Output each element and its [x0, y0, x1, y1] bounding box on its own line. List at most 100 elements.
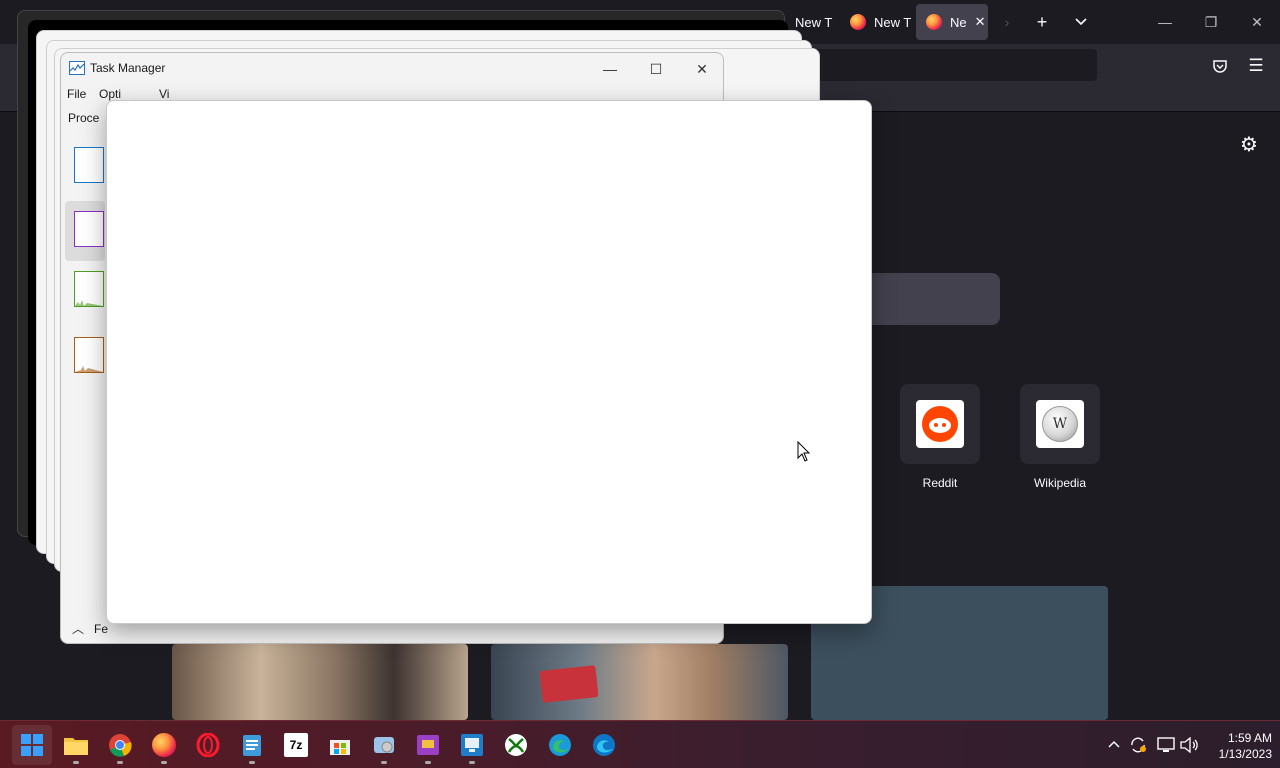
shortcut-label: Wikipedia — [1033, 476, 1087, 490]
chrome-icon — [109, 734, 132, 757]
chevron-up-icon — [1108, 740, 1120, 748]
fewer-details-button[interactable]: Fe — [94, 622, 108, 636]
taskbar-xbox[interactable] — [496, 725, 536, 765]
folder-icon — [64, 738, 88, 755]
list-all-tabs-button[interactable] — [1067, 8, 1095, 36]
network-icon — [1157, 737, 1175, 752]
memory-graph — [74, 211, 104, 247]
media-icon — [417, 735, 439, 755]
shortcut-reddit[interactable]: Reddit — [900, 384, 980, 490]
taskbar: 7z 1:59 AM 1/13/2023 — [0, 720, 1280, 768]
clock-date: 1/13/2023 — [1218, 747, 1272, 761]
running-indicator — [73, 761, 79, 764]
ethernet-graph — [74, 337, 104, 373]
menu-icon: ☰ — [1248, 56, 1264, 75]
taskbar-file-explorer[interactable] — [56, 725, 96, 765]
close-window-button[interactable]: ✕ — [1234, 8, 1280, 36]
dragged-window[interactable] — [106, 100, 872, 624]
network-tray-button[interactable] — [1154, 733, 1178, 757]
perf-item-cpu[interactable] — [65, 143, 105, 203]
taskbar-photos[interactable] — [364, 725, 404, 765]
running-indicator — [117, 761, 123, 764]
menu-view[interactable]: Vi — [159, 87, 169, 101]
close-tab-icon[interactable]: ✕ — [975, 14, 986, 30]
firefox-icon — [850, 14, 866, 30]
app-menu-button[interactable]: ☰ — [1244, 54, 1268, 78]
taskbar-remote-desktop[interactable] — [452, 725, 492, 765]
tab-new-tab-2[interactable]: New T — [840, 4, 912, 40]
store-icon — [330, 740, 350, 755]
taskbar-clock[interactable]: 1:59 AM 1/13/2023 — [1206, 730, 1272, 762]
taskbar-microsoft-store[interactable] — [320, 725, 360, 765]
perf-item-ethernet[interactable] — [65, 333, 105, 393]
running-indicator — [381, 761, 387, 764]
sync-tray-button[interactable] — [1126, 733, 1150, 757]
firefox-icon — [152, 733, 176, 757]
story-card-image[interactable] — [491, 644, 788, 720]
running-indicator — [249, 761, 255, 764]
taskbar-media-app[interactable] — [408, 725, 448, 765]
tab-title: New T — [795, 14, 833, 30]
disk-graph — [74, 271, 104, 307]
pocket-button[interactable] — [1208, 54, 1232, 78]
perf-item-memory[interactable] — [65, 201, 105, 261]
reddit-eye — [942, 423, 946, 427]
taskbar-firefox[interactable] — [144, 725, 184, 765]
taskbar-opera[interactable] — [188, 725, 228, 765]
gear-icon: ⚙ — [1240, 133, 1258, 156]
taskbar-edge-beta[interactable] — [584, 725, 624, 765]
close-button[interactable]: ✕ — [679, 57, 723, 81]
7zip-icon: 7z — [284, 733, 308, 757]
minimize-button[interactable]: — — [587, 57, 633, 81]
reddit-face — [929, 418, 951, 433]
minimize-window-button[interactable]: — — [1142, 8, 1188, 36]
taskbar-chrome[interactable] — [100, 725, 140, 765]
volume-icon — [1180, 737, 1198, 753]
restore-window-button[interactable]: ❐ — [1188, 8, 1234, 36]
volume-tray-button[interactable] — [1178, 733, 1202, 757]
menu-options[interactable]: Opti — [99, 87, 121, 101]
notepad-icon — [243, 735, 261, 756]
shortcut-tile[interactable] — [900, 384, 980, 464]
personalize-settings-button[interactable]: ⚙ — [1237, 132, 1261, 156]
perf-item-disk[interactable] — [65, 267, 105, 327]
windows-icon — [21, 734, 43, 756]
taskbar-7zip[interactable]: 7z — [276, 725, 316, 765]
wikipedia-icon: W — [1042, 406, 1078, 442]
shortcut-wikipedia[interactable]: W Wikipedia — [1020, 384, 1100, 490]
shortcut-tile[interactable]: W — [1020, 384, 1100, 464]
shortcut-label: Reddit — [922, 476, 958, 490]
credit-card-image — [539, 665, 599, 703]
clock-time: 1:59 AM — [1227, 731, 1272, 745]
reddit-icon — [922, 406, 958, 442]
running-indicator — [425, 761, 431, 764]
maximize-button[interactable]: ☐ — [633, 57, 679, 81]
xbox-icon — [505, 734, 527, 756]
tab-processes[interactable]: Proce — [68, 111, 99, 125]
sync-icon — [1131, 737, 1146, 753]
new-tab-button[interactable]: + — [1028, 8, 1056, 36]
shortcut-logo — [916, 400, 964, 448]
chevron-up-icon[interactable]: ︿ — [72, 620, 84, 637]
tab-title: Ne — [950, 14, 967, 30]
story-card-image[interactable] — [172, 644, 468, 720]
opera-icon — [196, 733, 220, 757]
running-indicator — [161, 761, 167, 764]
show-hidden-icons-button[interactable] — [1102, 733, 1126, 757]
running-indicator — [469, 761, 475, 764]
title-bar[interactable]: Task Manager — ☐ ✕ — [61, 53, 723, 83]
plus-icon: + — [1036, 11, 1048, 32]
start-button[interactable] — [12, 725, 52, 765]
edge-beta-icon — [593, 734, 615, 756]
window-title: Task Manager — [90, 61, 166, 75]
reddit-eye — [934, 423, 938, 427]
shortcut-logo: W — [1036, 400, 1084, 448]
tab-new-tab-active[interactable]: Ne ✕ — [916, 4, 988, 40]
firefox-icon — [926, 14, 942, 30]
taskbar-notepad[interactable] — [232, 725, 272, 765]
taskbar-edge[interactable] — [540, 725, 580, 765]
cpu-graph — [74, 147, 104, 183]
scroll-tabs-right-icon[interactable]: › — [993, 8, 1021, 36]
menu-file[interactable]: File — [67, 87, 86, 101]
edge-icon — [549, 734, 571, 756]
